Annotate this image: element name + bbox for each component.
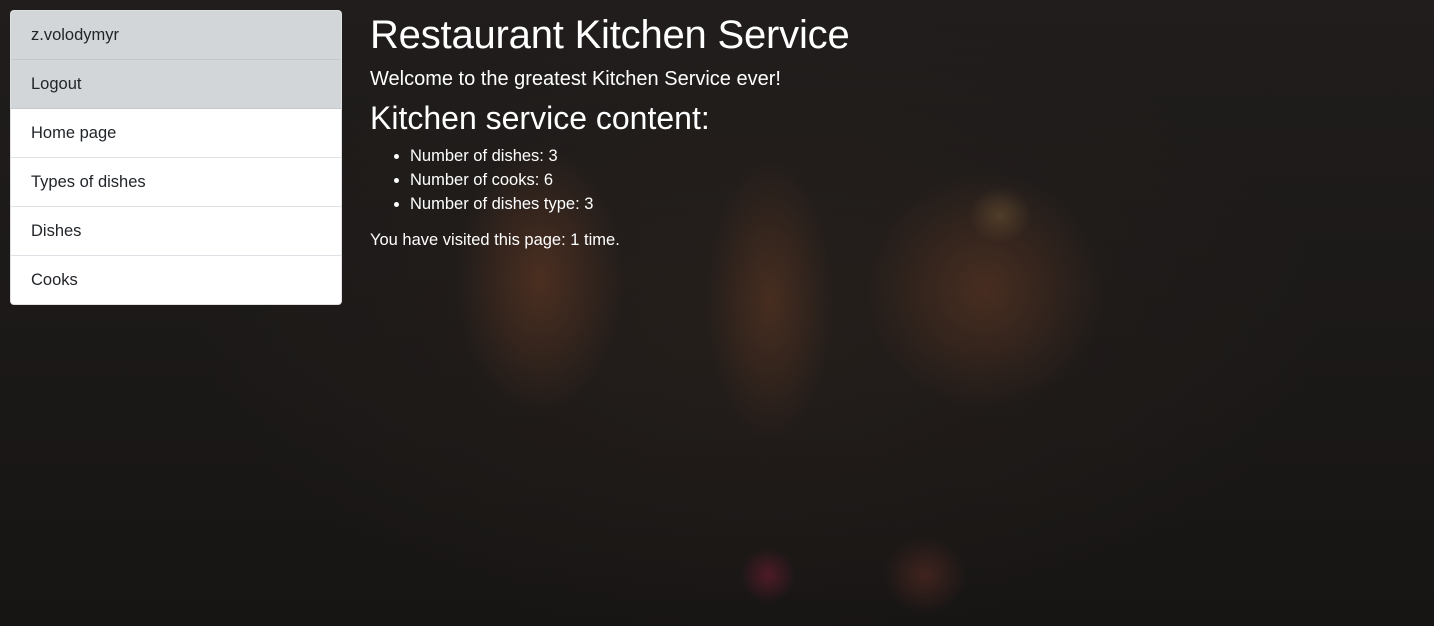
sidebar-item-label: Home page bbox=[31, 124, 117, 142]
welcome-message: Welcome to the greatest Kitchen Service … bbox=[370, 68, 781, 90]
sidebar-item-logout[interactable]: Logout bbox=[11, 60, 341, 109]
stat-dish-types-count: Number of dishes type: 3 bbox=[410, 192, 1414, 216]
visit-counter: You have visited this page: 1 time. bbox=[370, 231, 620, 249]
sidebar-item-username[interactable]: z.volodymyr bbox=[11, 11, 341, 60]
stats-list: Number of dishes: 3 Number of cooks: 6 N… bbox=[370, 144, 1414, 216]
sidebar-item-dishes[interactable]: Dishes bbox=[11, 207, 341, 256]
sidebar-item-label: z.volodymyr bbox=[31, 26, 120, 44]
section-heading: Kitchen service content: bbox=[370, 100, 710, 136]
sidebar-item-cooks[interactable]: Cooks bbox=[11, 256, 341, 304]
main-content: Restaurant Kitchen Service Welcome to th… bbox=[370, 10, 1414, 252]
stat-cooks-count: Number of cooks: 6 bbox=[410, 168, 1414, 192]
sidebar-item-label: Logout bbox=[31, 75, 82, 93]
sidebar-item-label: Dishes bbox=[31, 222, 82, 240]
sidebar-item-types-of-dishes[interactable]: Types of dishes bbox=[11, 158, 341, 207]
sidebar-item-label: Cooks bbox=[31, 271, 78, 289]
stat-dishes-count: Number of dishes: 3 bbox=[410, 144, 1414, 168]
page: { "sidebar": { "items": [ {"label": "z.v… bbox=[0, 0, 1434, 626]
sidebar-item-label: Types of dishes bbox=[31, 173, 146, 191]
page-title: Restaurant Kitchen Service bbox=[370, 13, 850, 57]
sidebar-nav: z.volodymyr Logout Home page Types of di… bbox=[10, 10, 342, 305]
sidebar-item-home[interactable]: Home page bbox=[11, 109, 341, 158]
